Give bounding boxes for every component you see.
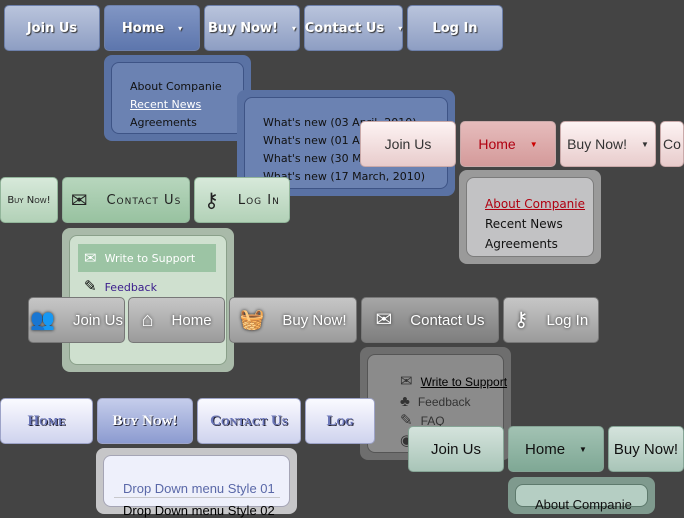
envelope-open-icon: ✉	[375, 309, 393, 331]
basket-icon: 🧺	[239, 309, 265, 331]
nav-button-label: Log	[326, 412, 354, 429]
dropdown-item-label: Drop Down menu Style 01	[123, 481, 275, 496]
nav-button-home[interactable]: Home ▾	[104, 5, 200, 51]
nav-button-label: Buy Now!	[112, 412, 178, 429]
users-icon: ♣	[400, 393, 410, 410]
chevron-down-icon: ▼	[529, 139, 538, 149]
nav-button-log-in[interactable]: Log In	[407, 5, 503, 51]
dropdown-item-write-to-support[interactable]: ✉ Write to Support	[400, 374, 507, 389]
divider	[114, 497, 280, 498]
nav-button-join-us[interactable]: Join Us	[360, 121, 456, 167]
dropdown-item-label: Drop Down menu Style 02	[123, 503, 275, 518]
dropdown-item-drop-down-menu-style-01[interactable]: Drop Down menu Style 01	[123, 481, 275, 496]
nav-button-label: Log In	[237, 192, 280, 208]
dropdown-item-agreements[interactable]: Agreements	[130, 116, 197, 129]
users-icon: 👥	[30, 309, 55, 331]
nav-button-label: Home	[121, 20, 165, 36]
nav-button-label: Home	[478, 136, 516, 152]
dropdown-item-about-companie[interactable]: About Companie	[485, 197, 585, 211]
nav-button-label: Join Us	[72, 311, 123, 329]
dropdown-item-write-to-support[interactable]: ✉ Write to Support	[78, 244, 216, 272]
nav-button-contact-us[interactable]: ✉ Contact Us	[361, 297, 499, 343]
chevron-down-icon: ▾	[291, 23, 296, 33]
nav-button-contact-us[interactable]: Contact Us ▾	[304, 5, 403, 51]
chevron-down-icon: ▾	[178, 23, 183, 33]
dropdown-item-label: Write to Support	[104, 251, 196, 265]
nav-button-buy-now-[interactable]: Buy Now!	[608, 426, 684, 472]
envelope-icon: ✉	[84, 248, 97, 267]
house-icon: ⌂	[141, 309, 154, 331]
dropdown-item-about-companie[interactable]: About Companie	[130, 80, 222, 93]
nav-button-buy-now-[interactable]: Buy Now! ▾	[204, 5, 300, 51]
nav-button-log-in[interactable]: ⚷ Log In	[194, 177, 290, 223]
nav-button-label: Contact Us	[410, 311, 485, 329]
dropdown-item-label: Feedback	[417, 395, 471, 409]
nav-button-join-us[interactable]: Join Us	[408, 426, 504, 472]
dropdown-item-label: Recent News	[130, 98, 202, 111]
dropdown-item-feedback[interactable]: ✎ Feedback	[84, 277, 157, 295]
nav-button-join-us[interactable]: 👥 Join Us	[28, 297, 125, 343]
nav-button-buy-now-[interactable]: Buy Now! ▼	[560, 121, 656, 167]
nav-button-label: Buy Now!	[567, 136, 627, 152]
chevron-down-icon: ▼	[641, 139, 649, 149]
nav-button-label: Contact Us	[106, 192, 182, 208]
nav-button-co[interactable]: Co	[660, 121, 684, 167]
dropdown-item-label: About Companie	[485, 197, 585, 211]
dropdown-item-label: About Companie	[130, 80, 222, 93]
dropdown-item-recent-news[interactable]: Recent News▸	[130, 98, 245, 111]
dropdown-item-drop-down-menu-style-02[interactable]: Drop Down menu Style 02	[123, 503, 275, 518]
nav-button-label: Home	[525, 440, 566, 458]
dropdown-item-label: Recent News	[485, 217, 563, 231]
dropdown-item-label: Feedback	[104, 281, 157, 294]
nav-button-buy-now-[interactable]: Buy Now!	[0, 177, 58, 223]
nav-button-contact-us[interactable]: ✉ Contact Us	[62, 177, 190, 223]
nav-button-log-in[interactable]: ⚷ Log In	[503, 297, 599, 343]
dropdown-item-label: Agreements	[130, 116, 197, 129]
nav-button-label: Contact Us	[304, 20, 385, 36]
dropdown-item-feedback[interactable]: ♣ Feedback	[400, 394, 471, 409]
nav-button-label: Log In	[432, 20, 478, 36]
nav-button-home[interactable]: Home	[0, 398, 93, 444]
nav-button-home[interactable]: Home ▼	[508, 426, 604, 472]
dropdown-item-label: Agreements	[485, 237, 558, 251]
nav-button-contact-us[interactable]: Contact Us	[197, 398, 301, 444]
nav-button-label: Join Us	[26, 20, 78, 36]
key-icon: ⚷	[513, 309, 529, 331]
envelope-icon: ✉	[70, 188, 89, 212]
nav-button-label: Buy Now!	[7, 194, 51, 206]
nav-button-buy-now-[interactable]: Buy Now!	[97, 398, 193, 444]
nav-button-label: Home	[171, 311, 212, 329]
nav-button-label: Join Us	[384, 136, 432, 152]
nav-button-buy-now-[interactable]: 🧺 Buy Now!	[229, 297, 357, 343]
dropdown-item-label: Write to Support	[420, 375, 508, 389]
nav-button-label: Home	[27, 412, 66, 429]
chevron-down-icon: ▼	[579, 444, 587, 454]
dropdown-item-recent-news[interactable]: Recent News	[485, 217, 563, 231]
nav-button-join-us[interactable]: Join Us	[4, 5, 100, 51]
nav-button-label: Co	[663, 136, 681, 152]
nav-button-home[interactable]: ⌂ Home	[128, 297, 225, 343]
envelope-icon: ✉	[400, 373, 413, 390]
nav-button-label: Buy Now!	[282, 311, 347, 329]
nav-button-label: Log In	[546, 311, 589, 329]
dropdown-item-label: About Companie	[535, 497, 632, 512]
nav-button-log[interactable]: Log	[305, 398, 375, 444]
nav-button-label: Contact Us	[210, 412, 288, 429]
nav-button-label: Join Us	[430, 440, 482, 458]
key-icon: ⚷	[204, 188, 220, 212]
chevron-down-icon: ▾	[398, 23, 403, 33]
nav-button-label: Buy Now!	[208, 20, 278, 36]
pencil-icon: ✎	[84, 277, 97, 295]
dropdown-item-agreements[interactable]: Agreements	[485, 237, 558, 251]
nav-button-home[interactable]: Home ▼	[460, 121, 556, 167]
dropdown-item-about-companie[interactable]: About Companie	[535, 497, 632, 512]
nav-button-label: Buy Now!	[613, 440, 679, 458]
